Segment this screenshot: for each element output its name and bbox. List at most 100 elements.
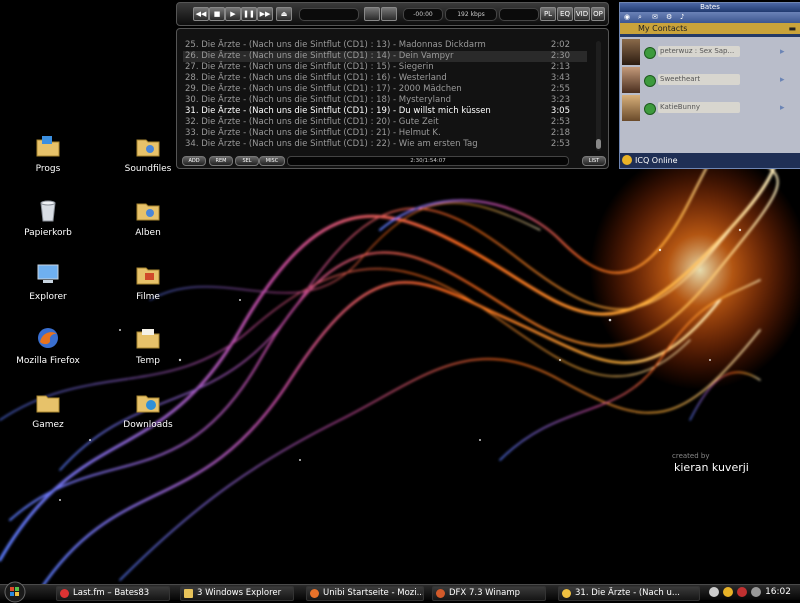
playlist-item[interactable]: 32. Die Ärzte - (Nach uns die Sintflut (…	[183, 117, 587, 128]
avatar	[622, 95, 640, 121]
network-icon[interactable]	[709, 587, 719, 597]
volume-icon[interactable]	[751, 587, 761, 597]
folder-icon	[36, 136, 60, 157]
playlist-item[interactable]: 30. Die Ärzte - (Nach uns die Sintflut (…	[183, 95, 587, 106]
desktop-icon-filme[interactable]: Filme	[108, 260, 188, 302]
playlist-item[interactable]: 33. Die Ärzte - (Nach uns die Sintflut (…	[183, 128, 587, 139]
playlist-item[interactable]: 26. Die Ärzte - (Nach uns die Sintflut (…	[183, 51, 587, 62]
recycle-bin-icon	[40, 200, 56, 222]
desktop-icon-label: Explorer	[29, 292, 67, 302]
list-button[interactable]: LIST	[582, 156, 606, 166]
lastfm-icon	[60, 589, 69, 598]
contact-list: peterwuz : Sex Sap... ▸ Sweetheart ▸ Kat…	[620, 37, 800, 153]
online-status-icon	[644, 47, 656, 59]
contact-name: peterwuz : Sex Sap...	[658, 46, 740, 57]
folder-icon	[184, 589, 193, 598]
collapse-icon[interactable]: ▬	[788, 23, 796, 34]
desktop-icon-gamez[interactable]: Gamez	[8, 388, 88, 430]
contact-group-header[interactable]: My Contacts ▬	[620, 23, 800, 34]
desktop-icon-temp[interactable]: Temp	[108, 324, 188, 366]
chevron-right-icon[interactable]: ▸	[780, 75, 790, 85]
eq-toggle[interactable]: EQ	[557, 7, 573, 21]
playlist-scrollbar[interactable]	[596, 41, 601, 151]
pl-toggle[interactable]: PL	[540, 7, 556, 21]
desktop-icon-alben[interactable]: Alben	[108, 196, 188, 238]
icq-flower-icon[interactable]	[723, 587, 733, 597]
desktop-icon-firefox[interactable]: Mozilla Firefox	[8, 324, 88, 366]
playlist-item-current[interactable]: 31. Die Ärzte - (Nach uns die Sintflut (…	[183, 106, 587, 117]
online-status-icon	[644, 75, 656, 87]
contact-name: KatieBunny	[658, 102, 740, 113]
chat-icon[interactable]: ✉	[652, 13, 662, 21]
desktop-icon-label: Alben	[135, 228, 161, 238]
playlist: 25. Die Ärzte - (Nach uns die Sintflut (…	[183, 40, 587, 150]
misc-button[interactable]: MISC	[259, 156, 285, 166]
desktop-icon-explorer[interactable]: Explorer	[8, 260, 88, 302]
pause-button[interactable]: ❚❚	[241, 7, 257, 21]
contact-item[interactable]: peterwuz : Sex Sap... ▸	[622, 39, 796, 65]
firefox-icon	[38, 328, 58, 348]
playlist-total-time: 2:30/1:54:07	[287, 156, 569, 166]
winamp-player-window[interactable]: ◀◀ ■ ▶ ❚❚ ▶▶ ⏏ -00:00 192 kbps PL EQ VID…	[176, 2, 609, 26]
menu-icon[interactable]: ◉	[624, 13, 634, 21]
add-button[interactable]: ADD	[182, 156, 206, 166]
playlist-bottom-bar: ADD REM SEL MISC 2:30/1:54:07 LIST	[177, 154, 608, 168]
desktop-icon-label: Mozilla Firefox	[16, 356, 80, 366]
playlist-item[interactable]: 34. Die Ärzte - (Nach uns die Sintflut (…	[183, 139, 587, 150]
volume-slider[interactable]	[499, 8, 539, 21]
stop-button[interactable]: ■	[209, 7, 225, 21]
wallpaper-credit-caption: created by	[672, 452, 710, 460]
bitrate-display: 192 kbps	[445, 8, 497, 21]
chevron-right-icon[interactable]: ▸	[780, 47, 790, 57]
folder-icon	[36, 395, 60, 413]
play-button[interactable]: ▶	[225, 7, 241, 21]
desktop-icon-downloads[interactable]: Downloads	[108, 388, 188, 430]
scrollbar-thumb[interactable]	[596, 139, 601, 149]
shuffle-button[interactable]	[364, 7, 380, 21]
playlist-item[interactable]: 25. Die Ärzte - (Nach uns die Sintflut (…	[183, 40, 587, 51]
desktop-icon-label: Progs	[35, 164, 61, 174]
contact-item[interactable]: KatieBunny ▸	[622, 95, 796, 121]
settings-icon[interactable]: ⚙	[666, 13, 676, 21]
contact-item[interactable]: Sweetheart ▸	[622, 67, 796, 93]
security-icon[interactable]	[737, 587, 747, 597]
folder-icon	[136, 329, 160, 349]
sound-icon[interactable]: ♪	[680, 13, 690, 21]
desktop-icon-label: Filme	[136, 292, 160, 302]
desktop-icon-label: Gamez	[32, 420, 64, 430]
search-icon[interactable]: ⌕	[638, 13, 648, 21]
desktop-icon-papierkorb[interactable]: Papierkorb	[8, 196, 88, 238]
online-status-icon	[644, 103, 656, 115]
repeat-button[interactable]	[381, 7, 397, 21]
downloads-folder-icon	[136, 395, 160, 413]
chevron-right-icon[interactable]: ▸	[780, 103, 790, 113]
status-text: ICQ Online	[635, 156, 678, 165]
winamp-playlist-window[interactable]: 25. Die Ärzte - (Nach uns die Sintflut (…	[176, 28, 609, 169]
firefox-icon	[310, 589, 319, 598]
seek-bar[interactable]	[299, 8, 359, 21]
desktop-icon-progs[interactable]: Progs	[8, 132, 88, 174]
icq-title: Bates	[620, 3, 800, 12]
desktop-icon-label: Downloads	[123, 420, 173, 430]
eject-button[interactable]: ⏏	[276, 7, 292, 21]
vid-toggle[interactable]: VID	[574, 7, 590, 21]
icq-status-bar[interactable]: ICQ Online	[620, 153, 800, 168]
playlist-item[interactable]: 29. Die Ärzte - (Nach uns die Sintflut (…	[183, 84, 587, 95]
remove-button[interactable]: REM	[209, 156, 233, 166]
playlist-item[interactable]: 27. Die Ärzte - (Nach uns die Sintflut (…	[183, 62, 587, 73]
clock[interactable]: 16:02	[765, 586, 791, 599]
start-orb-icon[interactable]	[1, 581, 37, 603]
computer-icon	[37, 264, 59, 283]
avatar	[622, 67, 640, 93]
prev-button[interactable]: ◀◀	[193, 7, 209, 21]
time-display: -00:00	[403, 8, 443, 21]
wallpaper-credit-author: kieran kuverji	[674, 461, 749, 474]
icq-contact-window[interactable]: Bates ◉ ⌕ ✉ ⚙ ♪ My Contacts ▬ peterwuz :…	[619, 2, 800, 169]
group-name: My Contacts	[638, 24, 688, 33]
desktop-icon-label: Temp	[136, 356, 160, 366]
options-toggle[interactable]: OP	[591, 7, 605, 21]
next-button[interactable]: ▶▶	[257, 7, 273, 21]
select-button[interactable]: SEL	[235, 156, 259, 166]
playlist-item[interactable]: 28. Die Ärzte - (Nach uns die Sintflut (…	[183, 73, 587, 84]
winamp-icon	[436, 589, 445, 598]
